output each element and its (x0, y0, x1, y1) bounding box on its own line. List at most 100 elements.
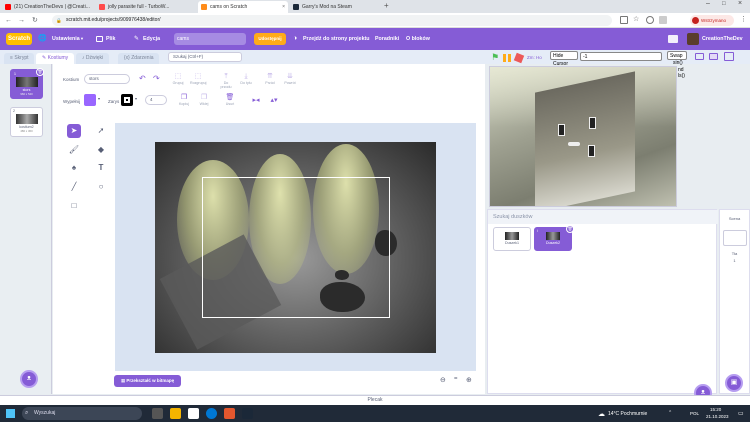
select-tool[interactable]: ➤ (67, 124, 81, 138)
tab-sounds[interactable]: ♪ Dźwięki (76, 53, 110, 64)
tab-costumes[interactable]: ✎ Kostiumy (36, 53, 75, 64)
outline-width-input[interactable]: 4 (145, 95, 167, 105)
username-menu[interactable]: CreationTheDev (702, 28, 743, 50)
scratch-logo[interactable]: Scratch (6, 33, 32, 45)
browser-tab-3[interactable]: cams on Scratch × (198, 1, 288, 13)
bookmark-star-icon[interactable]: ☆ (633, 15, 639, 23)
delete-costume-icon[interactable]: 🗑 (36, 68, 44, 76)
backpack-bar[interactable]: Plecak (0, 395, 750, 405)
browser-menu-icon[interactable]: ⋮ (740, 15, 747, 23)
clock-date[interactable]: 21.10.2023 (706, 414, 729, 419)
eraser-tool[interactable]: ◆ (94, 143, 108, 157)
chevron-down-icon[interactable]: ▾ (135, 96, 137, 101)
costume-name-input[interactable]: stors (84, 74, 130, 84)
tutorials-link[interactable]: Poradniki (375, 28, 399, 50)
task-view-icon[interactable] (152, 408, 163, 419)
zoom-in-icon[interactable]: ⊕ (466, 376, 472, 384)
browser-tab-1[interactable]: (21) CreationTheDevs | @Creati... (2, 1, 94, 13)
sprite-item-1[interactable]: Duszek1 (493, 227, 531, 251)
convert-to-bitmap-button[interactable]: ▦ Przekształć w bitmapę (114, 375, 181, 387)
tray-arrow-icon[interactable]: ⌃ (668, 410, 672, 416)
close-tab-icon[interactable]: × (282, 1, 285, 13)
browser-tab-4[interactable]: Garry's Mod na Steam (290, 1, 380, 13)
swap-button[interactable]: Swap (667, 51, 687, 60)
office-icon[interactable] (224, 408, 235, 419)
fill-tool[interactable]: ♠ (67, 161, 81, 175)
circle-tool[interactable]: ○ (94, 180, 108, 194)
maximize-icon[interactable]: □ (722, 1, 726, 7)
reshape-tool[interactable]: ➚ (94, 124, 108, 138)
delete-sprite-icon[interactable]: 🗑 (566, 225, 574, 233)
edit-menu[interactable]: Edycja (143, 28, 160, 50)
taskbar-search-input[interactable]: ⌕ Wyszukaj (22, 407, 142, 420)
costume-artwork[interactable] (155, 142, 436, 353)
delete-button[interactable]: 🗑 Usuń (222, 93, 238, 106)
zoom-reset-icon[interactable]: = (454, 376, 458, 382)
small-stage-icon[interactable] (695, 53, 704, 60)
choose-costume-button[interactable]: ᴥ (20, 370, 38, 388)
share-page-icon[interactable] (620, 16, 628, 24)
folder-icon[interactable] (668, 35, 678, 43)
browser-tab-2[interactable]: jolly parasite full - TurboW... (96, 1, 196, 13)
reload-icon[interactable]: ↻ (32, 16, 38, 25)
edge-icon[interactable] (206, 408, 217, 419)
settings-menu[interactable]: Ustawienia (52, 28, 80, 50)
backward-button[interactable]: ⤓ Do tyłu (238, 72, 254, 85)
back-button[interactable]: ⇊ Powrót (282, 72, 298, 85)
brush-tool[interactable]: 🖌 (67, 143, 81, 157)
sprite-search-input[interactable]: Szukaj duszków (488, 210, 718, 224)
clock-time[interactable]: 15:20 (710, 407, 721, 412)
weather-label[interactable]: 14°C Pochmurnie (608, 411, 647, 417)
ungroup-button[interactable]: ⬚ Rozgrupuj (190, 72, 206, 85)
see-project-page-link[interactable]: Przejdź do strony projektu (303, 28, 370, 50)
close-window-icon[interactable]: × (738, 0, 742, 7)
rectangle-tool[interactable]: □ (67, 199, 81, 213)
back-icon[interactable]: ← (5, 16, 12, 25)
forward-button[interactable]: ⤒ Do przodu (218, 72, 234, 89)
project-title-input[interactable]: cams (174, 33, 246, 45)
profile-paused-button[interactable]: Wstrzymano (690, 15, 734, 26)
pause-icon[interactable] (503, 54, 506, 62)
minimize-icon[interactable]: – (706, 0, 710, 7)
costume-item-1[interactable]: 1 🗑 stors 960 x 540 (10, 68, 44, 99)
language-indicator[interactable]: POL (690, 411, 699, 416)
sprite-info-icon[interactable]: i (537, 229, 538, 233)
my-stuff-link[interactable]: O bloków (406, 28, 430, 50)
front-button[interactable]: ⇈ Przód (262, 72, 278, 85)
stage-canvas[interactable] (489, 66, 677, 207)
large-stage-icon[interactable] (709, 53, 718, 60)
backdrop-thumbnail[interactable] (723, 230, 747, 246)
file-menu[interactable]: Plik (106, 28, 115, 50)
green-flag-icon[interactable]: ⚑ (491, 52, 499, 63)
sprite-item-2[interactable]: i 🗑 Duszek2 (534, 225, 574, 251)
globe-icon[interactable]: 🌐 (38, 34, 47, 42)
outline-color-swatch[interactable] (121, 94, 133, 106)
tab-code[interactable]: ≡ Skrypt (4, 53, 35, 64)
steam-icon[interactable] (242, 408, 253, 419)
costume-item-2[interactable]: 2 kostium2 480 x 360 (10, 107, 43, 137)
stop-icon[interactable] (513, 52, 525, 64)
split-view-icon[interactable] (659, 16, 667, 24)
redo-icon[interactable]: ↷ (153, 74, 160, 83)
file-explorer-icon[interactable] (170, 408, 181, 419)
new-tab-icon[interactable]: + (384, 1, 389, 10)
zoom-out-icon[interactable]: ⊖ (440, 376, 446, 384)
share-button[interactable]: Udostępnij (254, 33, 286, 45)
tab-extensions[interactable]: {x} Zdarzenia (118, 53, 160, 64)
answer-input[interactable]: -1 (580, 52, 662, 61)
paste-button[interactable]: ❐ Wklej (196, 93, 212, 106)
chevron-down-icon[interactable]: ▾ (98, 96, 100, 101)
notifications-icon[interactable]: ▭ (738, 410, 744, 417)
url-input[interactable]: 🔒 scratch.mit.edu/projects/909976438/edi… (52, 15, 612, 26)
hide-cursor-button[interactable]: Hide Cursor (550, 51, 578, 67)
flip-horizontal-button[interactable]: ▸◂ (248, 96, 264, 105)
copy-button[interactable]: ❐ Kopiuj (176, 93, 192, 106)
search-input[interactable]: Szukaj (Ctrl+F) (168, 52, 242, 62)
choose-backdrop-button[interactable]: ▣ (725, 374, 743, 392)
group-button[interactable]: ⬚ Grupuj (170, 72, 186, 85)
windows-start-icon[interactable] (6, 409, 15, 418)
flip-vertical-button[interactable]: ▴▾ (266, 96, 282, 105)
chrome-icon[interactable] (188, 408, 199, 419)
fullscreen-icon[interactable] (724, 52, 734, 61)
fill-color-swatch[interactable] (84, 94, 96, 106)
